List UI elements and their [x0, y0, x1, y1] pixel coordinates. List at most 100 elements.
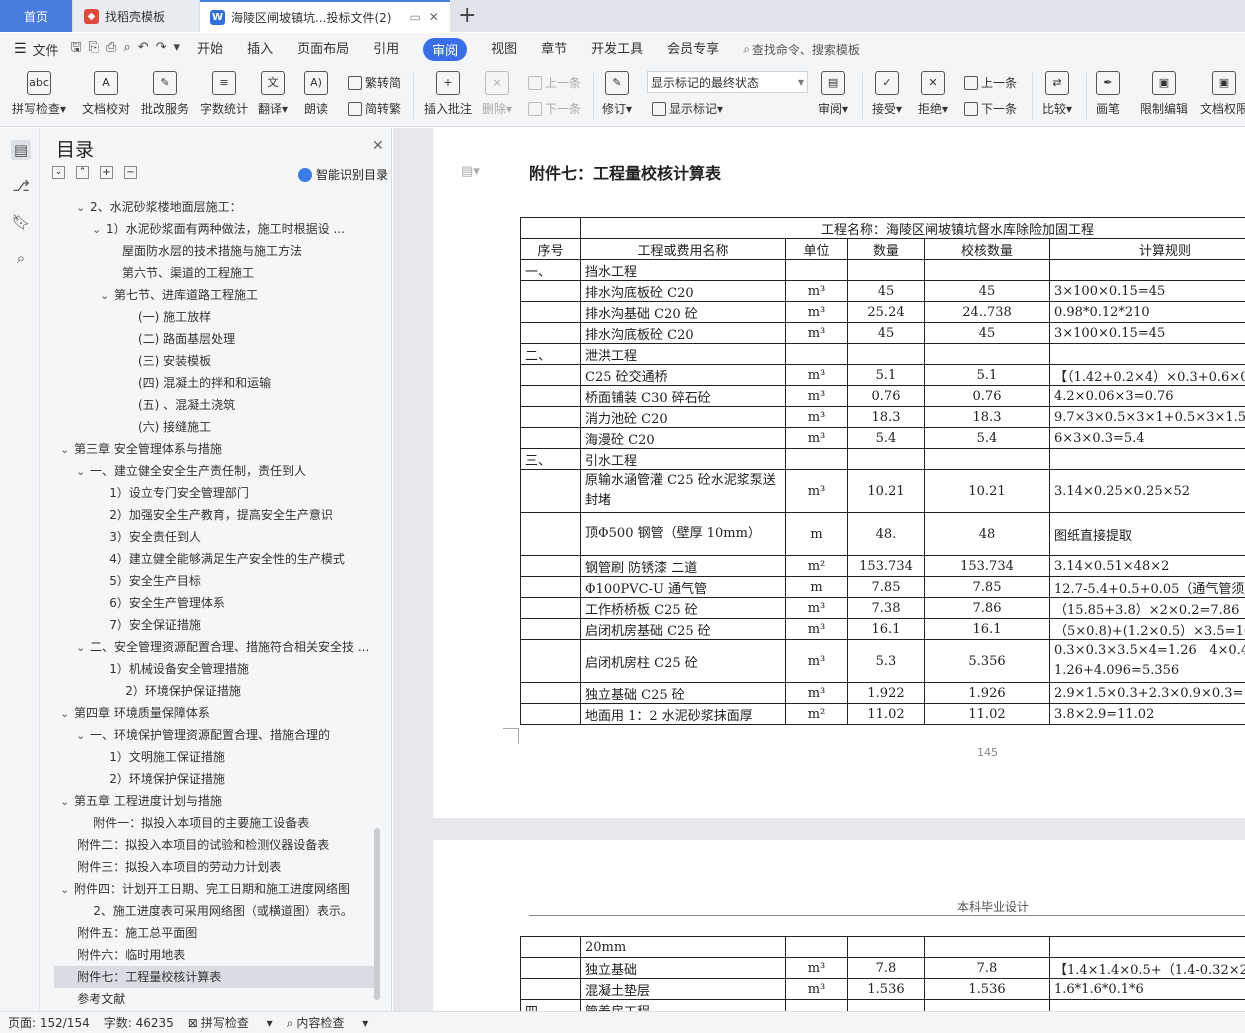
toc-item[interactable]: 2、施工进度表可采用网络图（或横道图）表示。 [54, 900, 376, 922]
toc-item[interactable]: (五) 、混凝土浇筑 [54, 394, 376, 416]
toc-item[interactable]: 附件三：拟投入本项目的劳动力计划表 [54, 856, 376, 878]
doc-proof-button[interactable]: A 文档校对 [82, 69, 130, 117]
chevron-down-icon[interactable]: ⌄ [76, 197, 90, 218]
chevron-down-icon[interactable]: ⌄ [60, 879, 74, 900]
word-count[interactable]: 字数: 46235 [104, 1014, 174, 1031]
tab-home[interactable]: 首页 [0, 0, 72, 32]
trad-to-simp-button[interactable]: 繁转简 [348, 74, 401, 91]
doc-permission-button[interactable]: ▣ 文档权限 [1200, 69, 1245, 117]
toc-item[interactable]: (四) 混凝土的拌和和运输 [54, 372, 376, 394]
next-comment-button[interactable]: 下一条 [528, 100, 581, 117]
menu-4[interactable]: 审阅 [423, 37, 468, 61]
toc-item[interactable]: 6）安全生产管理体系 [54, 592, 376, 614]
chevron-down-icon[interactable]: ⌄ [92, 219, 106, 240]
prev-change-button[interactable]: 上一条 [964, 74, 1017, 91]
spell-check-status[interactable]: ⊠ 拼写检查 ▾ [188, 1014, 273, 1031]
menu-1[interactable]: 插入 [247, 38, 273, 61]
command-search[interactable]: 查找命令、搜索模板 [752, 41, 860, 58]
menu-5[interactable]: 视图 [491, 38, 517, 61]
navigation-icon[interactable]: ⎇ [11, 176, 31, 196]
toc-item[interactable]: (二) 路面基层处理 [54, 328, 376, 350]
toc-item[interactable]: (三) 安装模板 [54, 350, 376, 372]
toc-item[interactable]: ⌄ 2、水泥砂浆楼地面层施工： [54, 196, 376, 218]
toc-item[interactable]: 2）加强安全生产教育，提高安全生产意识 [54, 504, 376, 526]
toc-item[interactable]: ⌄ 第七节、进库道路工程施工 [54, 284, 376, 306]
toc-item[interactable]: 附件二：拟投入本项目的试验和检测仪器设备表 [54, 834, 376, 856]
review-pane-button[interactable]: ▤ 审阅▾ [818, 69, 848, 117]
read-aloud-button[interactable]: A) 朗读 [304, 69, 328, 117]
chevron-down-icon[interactable]: ⌄ [60, 703, 74, 724]
compare-button[interactable]: ⇄ 比较▾ [1042, 69, 1072, 117]
translate-button[interactable]: 文翻译▾ [258, 69, 288, 117]
toc-item[interactable]: 附件六：临时用地表 [54, 944, 376, 966]
accept-button[interactable]: ✓ 接受▾ [872, 69, 902, 117]
simp-to-trad-button[interactable]: 简转繁 [348, 100, 401, 117]
reject-button[interactable]: ✕ 拒绝▾ [918, 69, 948, 117]
content-check-status[interactable]: ⌕ 内容检查 ▾ [287, 1014, 369, 1031]
toc-item[interactable]: ⌄ 二、安全管理资源配置合理、措施符合相关安全技 ... [54, 636, 376, 658]
search-icon[interactable]: ⌕ [743, 42, 750, 57]
markup-state-select[interactable]: 显示标记的最终状态 ▾ [647, 71, 808, 93]
add-level-icon[interactable]: + [100, 166, 113, 179]
new-tab-icon[interactable]: + [458, 2, 476, 30]
insert-comment-button[interactable]: + 插入批注 [424, 69, 472, 117]
chevron-down-icon[interactable]: ⌄ [76, 637, 90, 658]
toc-item[interactable]: ⌄ 附件四：计划开工日期、完工日期和施工进度网络图 [54, 878, 376, 900]
toc-item[interactable]: (六) 接缝施工 [54, 416, 376, 438]
menu-0[interactable]: 开始 [197, 38, 223, 61]
toc-item[interactable]: 屋面防水层的技术措施与施工方法 [54, 240, 376, 262]
toc-item[interactable]: 附件七：工程量校核计算表 [54, 966, 376, 988]
menu-7[interactable]: 开发工具 [591, 38, 643, 61]
find-icon[interactable]: ⌕ [11, 248, 31, 268]
menu-8[interactable]: 会员专享 [667, 38, 719, 61]
toc-item[interactable]: ⌄ 一、建立健全安全生产责任制，责任到人 [54, 460, 376, 482]
toc-item[interactable]: (一) 施工放样 [54, 306, 376, 328]
expand-all-icon[interactable]: ⌄ [52, 166, 65, 179]
toc-item[interactable]: 2）环境保护保证措施 [54, 680, 376, 702]
track-changes-button[interactable]: ✎ 修订▾ [602, 69, 632, 117]
delete-comment-button[interactable]: × 删除▾ [482, 69, 512, 117]
tab-window-icon[interactable]: ▭ [409, 10, 420, 24]
pen-button[interactable]: ✒ 画笔 [1096, 69, 1120, 117]
chevron-down-icon[interactable]: ⌄ [76, 461, 90, 482]
chevron-down-icon[interactable]: ⌄ [60, 791, 74, 812]
toc-item[interactable]: 3）安全责任到人 [54, 526, 376, 548]
chevron-down-icon[interactable]: ⌄ [100, 285, 114, 306]
outline-icon[interactable]: ▤ [11, 140, 31, 160]
spell-check-button[interactable]: abc 拼写检查▾ [12, 69, 66, 117]
toc-item[interactable]: ⌄ 第三章 安全管理体系与措施 [54, 438, 376, 460]
next-change-button[interactable]: 下一条 [964, 100, 1017, 117]
batch-service-button[interactable]: ✎ 批改服务 [141, 69, 189, 117]
page-options-icon[interactable]: ▤▾ [461, 164, 480, 179]
remove-level-icon[interactable]: − [124, 166, 137, 179]
toc-item[interactable]: 附件一：拟投入本项目的主要施工设备表 [54, 812, 376, 834]
toc-item[interactable]: 附件五：施工总平面图 [54, 922, 376, 944]
tab-document[interactable]: W 海陵区闸坡镇坑...投标文件(2) ▭ ✕ [200, 0, 450, 32]
menu-3[interactable]: 引用 [373, 38, 399, 61]
page-indicator[interactable]: 页面: 152/154 [8, 1014, 90, 1031]
toc-item[interactable]: 1）机械设备安全管理措施 [54, 658, 376, 680]
toc-item[interactable]: 2）环境保护保证措施 [54, 768, 376, 790]
toc-item[interactable]: 7）安全保证措施 [54, 614, 376, 636]
smart-toc-button[interactable]: 智能识别目录 [298, 166, 388, 183]
toc-item[interactable]: ⌄ 第五章 工程进度计划与措施 [54, 790, 376, 812]
tab-template[interactable]: ◆ 找稻壳模板 [74, 0, 198, 32]
show-markup-button[interactable]: 显示标记 ▾ [652, 100, 723, 117]
toc-item[interactable]: 1）文明施工保证措施 [54, 746, 376, 768]
collapse-all-icon[interactable]: ⌃ [76, 166, 89, 179]
toc-item[interactable]: ⌄ 第四章 环境质量保障体系 [54, 702, 376, 724]
restrict-edit-button[interactable]: ▣ 限制编辑 [1140, 69, 1188, 117]
toc-item[interactable]: ⌄ 一、环境保护管理资源配置合理、措施合理的 [54, 724, 376, 746]
quick-access-toolbar[interactable]: 🖫⎘⎙⌕↶↷▾ [71, 38, 187, 60]
prev-comment-button[interactable]: 上一条 [528, 74, 581, 91]
toc-item[interactable]: 4）建立健全能够满足生产安全性的生产模式 [54, 548, 376, 570]
close-icon[interactable]: ✕ [372, 138, 384, 154]
bookmark-icon[interactable]: 🔖︎ [11, 212, 31, 232]
menu-file[interactable]: 文件 [33, 40, 59, 59]
toc-item[interactable]: 5）安全生产目标 [54, 570, 376, 592]
toc-item[interactable]: 参考文献 [54, 988, 376, 1010]
menu-2[interactable]: 页面布局 [297, 38, 349, 61]
toc-item[interactable]: ⌄ 1）水泥砂浆面有两种做法，施工时根据设 ... [54, 218, 376, 240]
toc-item[interactable]: 第六节、渠道的工程施工 [54, 262, 376, 284]
hamburger-icon[interactable]: ☰ [14, 41, 27, 57]
